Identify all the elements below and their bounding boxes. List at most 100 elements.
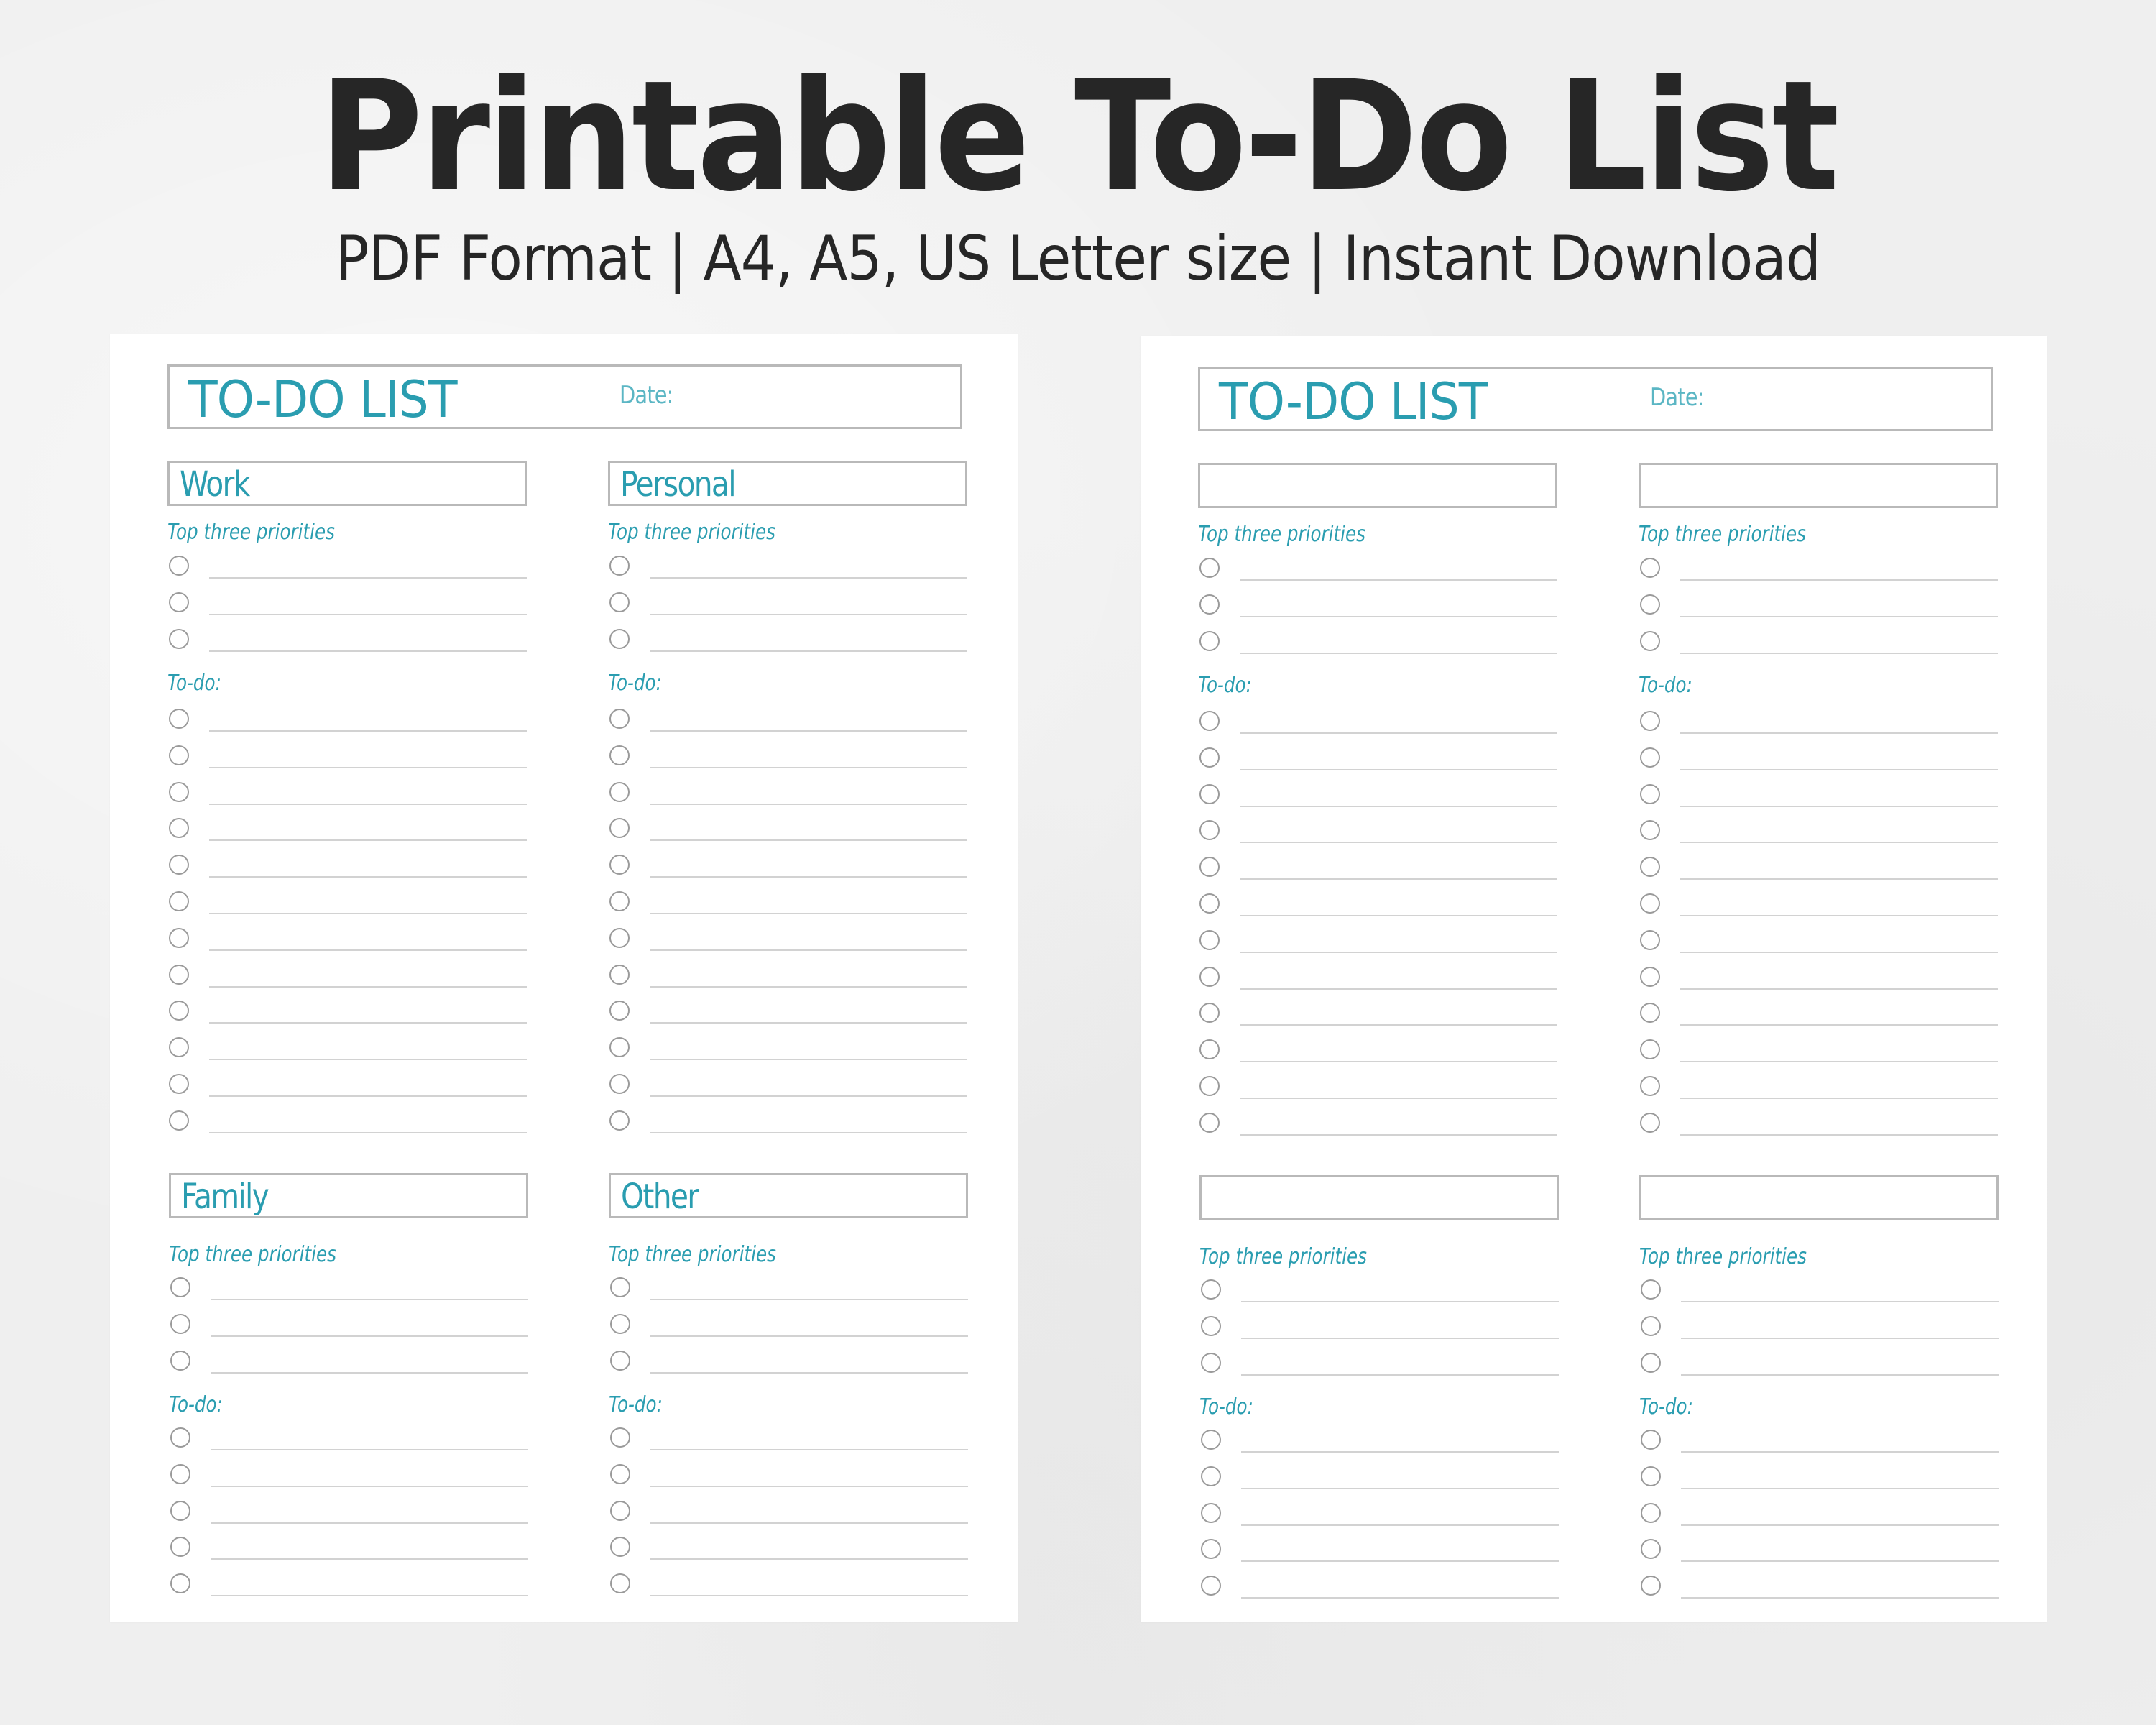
checkbox-circle-icon[interactable] [1640, 857, 1660, 877]
writing-line[interactable] [1681, 1451, 1999, 1453]
writing-line[interactable] [650, 913, 967, 914]
writing-line[interactable] [209, 577, 527, 579]
writing-line[interactable] [650, 1299, 968, 1300]
writing-line[interactable] [211, 1335, 528, 1337]
checkbox-circle-icon[interactable] [609, 709, 630, 729]
checkbox-circle-icon[interactable] [169, 1037, 189, 1057]
writing-line[interactable] [1240, 915, 1557, 916]
writing-line[interactable] [650, 577, 967, 579]
checkbox-circle-icon[interactable] [1201, 1279, 1221, 1300]
checkbox-circle-icon[interactable] [1199, 1113, 1220, 1133]
writing-line[interactable] [650, 614, 967, 615]
checkbox-circle-icon[interactable] [610, 1351, 630, 1371]
checkbox-circle-icon[interactable] [1640, 1113, 1660, 1133]
writing-line[interactable] [211, 1449, 528, 1450]
checkbox-circle-icon[interactable] [1641, 1430, 1661, 1450]
writing-line[interactable] [650, 1558, 968, 1560]
section-title-field[interactable]: Work [167, 461, 527, 506]
checkbox-circle-icon[interactable] [1641, 1576, 1661, 1596]
checkbox-circle-icon[interactable] [169, 965, 189, 985]
writing-line[interactable] [650, 840, 967, 841]
writing-line[interactable] [1241, 1597, 1559, 1598]
checkbox-circle-icon[interactable] [170, 1573, 190, 1593]
writing-line[interactable] [650, 986, 967, 988]
checkbox-circle-icon[interactable] [610, 1314, 630, 1334]
writing-line[interactable] [1240, 952, 1557, 953]
checkbox-circle-icon[interactable] [609, 556, 630, 576]
checkbox-circle-icon[interactable] [170, 1464, 190, 1484]
writing-line[interactable] [209, 767, 527, 768]
checkbox-circle-icon[interactable] [1199, 784, 1220, 804]
writing-line[interactable] [1680, 952, 1998, 953]
checkbox-circle-icon[interactable] [169, 782, 189, 802]
checkbox-circle-icon[interactable] [1640, 631, 1660, 651]
section-title-field[interactable]: Family [169, 1173, 528, 1218]
checkbox-circle-icon[interactable] [609, 818, 630, 838]
checkbox-circle-icon[interactable] [610, 1501, 630, 1521]
writing-line[interactable] [650, 730, 967, 732]
checkbox-circle-icon[interactable] [1641, 1539, 1661, 1559]
writing-line[interactable] [209, 1095, 527, 1097]
writing-line[interactable] [1240, 616, 1557, 617]
writing-line[interactable] [1681, 1338, 1999, 1339]
writing-line[interactable] [1240, 1134, 1557, 1136]
checkbox-circle-icon[interactable] [1640, 711, 1660, 731]
writing-line[interactable] [1240, 988, 1557, 990]
writing-line[interactable] [209, 804, 527, 805]
writing-line[interactable] [1681, 1374, 1999, 1376]
checkbox-circle-icon[interactable] [609, 965, 630, 985]
checkbox-circle-icon[interactable] [609, 745, 630, 765]
writing-line[interactable] [1680, 1061, 1998, 1062]
writing-line[interactable] [1241, 1374, 1559, 1376]
checkbox-circle-icon[interactable] [1641, 1503, 1661, 1523]
writing-line[interactable] [1240, 1061, 1557, 1062]
checkbox-circle-icon[interactable] [169, 629, 189, 649]
writing-line[interactable] [1681, 1524, 1999, 1526]
writing-line[interactable] [1240, 732, 1557, 734]
checkbox-circle-icon[interactable] [610, 1464, 630, 1484]
writing-line[interactable] [650, 1449, 968, 1450]
writing-line[interactable] [1680, 878, 1998, 880]
checkbox-circle-icon[interactable] [1640, 820, 1660, 840]
writing-line[interactable] [209, 730, 527, 732]
writing-line[interactable] [1680, 842, 1998, 843]
section-title-field[interactable] [1639, 1175, 1999, 1220]
checkbox-circle-icon[interactable] [1201, 1316, 1221, 1336]
checkbox-circle-icon[interactable] [169, 556, 189, 576]
writing-line[interactable] [1241, 1338, 1559, 1339]
checkbox-circle-icon[interactable] [1640, 1076, 1660, 1096]
writing-line[interactable] [650, 949, 967, 951]
writing-line[interactable] [650, 767, 967, 768]
checkbox-circle-icon[interactable] [609, 1074, 630, 1094]
writing-line[interactable] [1241, 1560, 1559, 1562]
writing-line[interactable] [1240, 878, 1557, 880]
writing-line[interactable] [211, 1558, 528, 1560]
writing-line[interactable] [1681, 1301, 1999, 1302]
checkbox-circle-icon[interactable] [609, 629, 630, 649]
checkbox-circle-icon[interactable] [1199, 1076, 1220, 1096]
writing-line[interactable] [211, 1595, 528, 1596]
writing-line[interactable] [211, 1522, 528, 1524]
checkbox-circle-icon[interactable] [170, 1314, 190, 1334]
section-title-field[interactable]: Personal [608, 461, 967, 506]
writing-line[interactable] [650, 650, 967, 652]
writing-line[interactable] [209, 986, 527, 988]
writing-line[interactable] [209, 876, 527, 878]
checkbox-circle-icon[interactable] [1641, 1316, 1661, 1336]
section-title-field[interactable] [1199, 1175, 1559, 1220]
checkbox-circle-icon[interactable] [1199, 631, 1220, 651]
checkbox-circle-icon[interactable] [170, 1537, 190, 1557]
writing-line[interactable] [1240, 1098, 1557, 1099]
checkbox-circle-icon[interactable] [1199, 558, 1220, 578]
writing-line[interactable] [1240, 1024, 1557, 1026]
checkbox-circle-icon[interactable] [1199, 857, 1220, 877]
checkbox-circle-icon[interactable] [1201, 1353, 1221, 1373]
checkbox-circle-icon[interactable] [1640, 594, 1660, 615]
checkbox-circle-icon[interactable] [609, 1037, 630, 1057]
writing-line[interactable] [1680, 915, 1998, 916]
writing-line[interactable] [1681, 1597, 1999, 1598]
checkbox-circle-icon[interactable] [1201, 1466, 1221, 1486]
checkbox-circle-icon[interactable] [609, 891, 630, 911]
writing-line[interactable] [650, 1486, 968, 1487]
writing-line[interactable] [209, 1022, 527, 1024]
